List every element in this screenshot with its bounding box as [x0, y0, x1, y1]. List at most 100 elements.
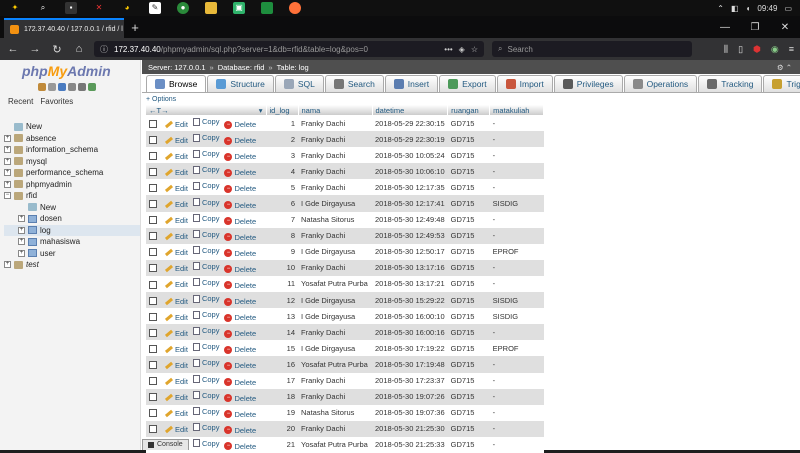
cell-nama[interactable]: Franky Dachi — [298, 163, 372, 180]
copy-link[interactable]: Copy — [192, 214, 219, 223]
tab-sql[interactable]: SQL — [274, 75, 324, 92]
cell-datetime[interactable]: 2018-05-30 12:49:48 — [372, 211, 448, 228]
tree-node[interactable]: + information_schema — [4, 144, 140, 156]
cell-datetime[interactable]: 2018-05-30 19:07:26 — [372, 388, 448, 405]
cell-nama[interactable]: Yosafat Putra Purba — [298, 275, 372, 293]
cell-id-log[interactable]: 16 — [266, 356, 298, 373]
tree-expander-icon[interactable]: + — [18, 249, 25, 257]
cell-id-log[interactable]: 21 — [266, 436, 298, 453]
tab-insert[interactable]: Insert — [384, 75, 439, 92]
edit-link[interactable]: Edit — [164, 393, 188, 402]
tree-node[interactable]: + performance_schema — [4, 167, 140, 179]
tree-node[interactable]: + user — [4, 248, 140, 260]
column-header-datetime[interactable]: datetime — [372, 105, 449, 115]
address-bar[interactable]: ⓘ 172.37.40.40/phpmyadmin/sql.php?server… — [94, 41, 484, 57]
delete-link[interactable]: − Delete — [224, 297, 256, 306]
cell-datetime[interactable]: 2018-05-29 22:30:15 — [372, 115, 448, 132]
options-link[interactable]: + Options — [142, 96, 800, 105]
cell-ruangan[interactable]: GD715 — [447, 163, 490, 180]
edit-link[interactable]: Edit — [164, 184, 188, 193]
docs-icon[interactable] — [68, 83, 76, 91]
copy-link[interactable]: Copy — [192, 439, 219, 448]
cell-id-log[interactable]: 1 — [266, 115, 298, 132]
tree-expander-icon[interactable]: + — [4, 169, 11, 177]
cell-datetime[interactable]: 2018-05-30 21:25:30 — [372, 420, 448, 437]
edit-link[interactable]: Edit — [164, 361, 188, 370]
cell-nama[interactable]: I Gde Dirgayusa — [298, 243, 372, 260]
cell-matakuliah[interactable]: - — [489, 388, 544, 405]
copy-link[interactable]: Copy — [192, 407, 219, 416]
row-checkbox[interactable] — [149, 328, 157, 337]
row-checkbox[interactable] — [149, 264, 157, 273]
delete-link[interactable]: − Delete — [224, 120, 256, 129]
tab-import[interactable]: Import — [496, 75, 553, 92]
chevron-up-icon[interactable]: ⌃ — [717, 4, 724, 13]
cell-ruangan[interactable]: GD715 — [447, 131, 490, 148]
tree-expander-icon[interactable]: + — [4, 261, 11, 269]
tree-node[interactable]: + log — [4, 224, 140, 236]
cell-datetime[interactable]: 2018-05-30 16:00:10 — [372, 308, 448, 325]
cell-datetime[interactable]: 2018-05-30 15:29:22 — [372, 292, 448, 309]
edit-link[interactable]: Edit — [164, 168, 188, 177]
delete-link[interactable]: − Delete — [224, 426, 256, 435]
cell-id-log[interactable]: 8 — [266, 227, 298, 244]
extension-icon[interactable]: ◉ — [771, 44, 779, 55]
tree-expander-icon[interactable]: + — [18, 238, 25, 246]
row-checkbox[interactable] — [149, 377, 157, 386]
cell-datetime[interactable]: 2018-05-30 13:17:21 — [372, 275, 448, 293]
start-icon[interactable]: ✦ — [9, 2, 21, 14]
copy-link[interactable]: Copy — [192, 278, 219, 287]
delete-link[interactable]: − Delete — [224, 152, 256, 161]
copy-link[interactable]: Copy — [192, 391, 219, 400]
copy-link[interactable]: Copy — [192, 117, 219, 126]
row-checkbox[interactable] — [149, 183, 157, 192]
row-checkbox[interactable] — [149, 409, 157, 418]
cell-datetime[interactable]: 2018-05-30 12:17:35 — [372, 179, 448, 196]
edit-link[interactable]: Edit — [164, 297, 188, 306]
cell-nama[interactable]: I Gde Dirgayusa — [298, 308, 372, 325]
row-checkbox[interactable] — [149, 216, 157, 225]
copy-link[interactable]: Copy — [192, 375, 219, 384]
cell-matakuliah[interactable]: - — [489, 275, 544, 293]
cell-id-log[interactable]: 11 — [266, 275, 298, 293]
cell-nama[interactable]: I Gde Dirgayusa — [298, 195, 372, 212]
delete-link[interactable]: − Delete — [224, 394, 256, 403]
right-arrow-icon[interactable]: → — [161, 106, 169, 115]
delete-link[interactable]: − Delete — [224, 168, 256, 177]
cell-ruangan[interactable]: GD715 — [447, 372, 490, 389]
cell-nama[interactable]: Franky Dachi — [298, 388, 372, 405]
shield-icon[interactable]: ⬢ — [753, 44, 761, 55]
cell-nama[interactable]: I Gde Dirgayusa — [298, 292, 372, 309]
cell-datetime[interactable]: 2018-05-30 12:49:53 — [372, 227, 448, 244]
tree-expander-icon[interactable]: + — [4, 180, 11, 188]
back-icon[interactable]: ← — [6, 43, 20, 55]
terminal-app-icon[interactable]: ▪ — [65, 2, 77, 14]
tree-node[interactable]: − rfid — [4, 190, 140, 202]
cell-ruangan[interactable]: GD715 — [447, 243, 490, 260]
column-header-nama[interactable]: nama — [298, 105, 373, 115]
cell-nama[interactable]: Natasha Sitorus — [298, 211, 372, 228]
cell-ruangan[interactable]: GD715 — [447, 115, 490, 132]
copy-link[interactable]: Copy — [192, 149, 219, 158]
cell-matakuliah[interactable]: - — [489, 227, 544, 244]
edit-link[interactable]: Edit — [164, 425, 188, 434]
cell-id-log[interactable]: 20 — [266, 420, 298, 437]
row-checkbox[interactable] — [149, 135, 157, 144]
delete-link[interactable]: − Delete — [224, 265, 256, 274]
edit-link[interactable]: Edit — [164, 313, 188, 322]
new-tab-button[interactable]: + — [124, 18, 146, 38]
row-checkbox[interactable] — [149, 312, 157, 321]
console-bar[interactable]: Console — [142, 439, 189, 450]
copy-link[interactable]: Copy — [192, 181, 219, 190]
cell-id-log[interactable]: 6 — [266, 195, 298, 212]
cell-ruangan[interactable]: GD715 — [447, 308, 490, 325]
tab-browse[interactable]: Browse — [146, 75, 207, 92]
edit-link[interactable]: Edit — [164, 329, 188, 338]
cell-matakuliah[interactable]: - — [489, 420, 544, 437]
row-checkbox[interactable] — [149, 296, 157, 305]
delete-link[interactable]: − Delete — [224, 281, 256, 290]
phpmyadmin-logo[interactable]: phpMyAdmin — [22, 63, 111, 79]
row-checkbox[interactable] — [149, 200, 157, 209]
cell-matakuliah[interactable]: - — [489, 211, 544, 228]
cell-id-log[interactable]: 12 — [266, 292, 298, 309]
